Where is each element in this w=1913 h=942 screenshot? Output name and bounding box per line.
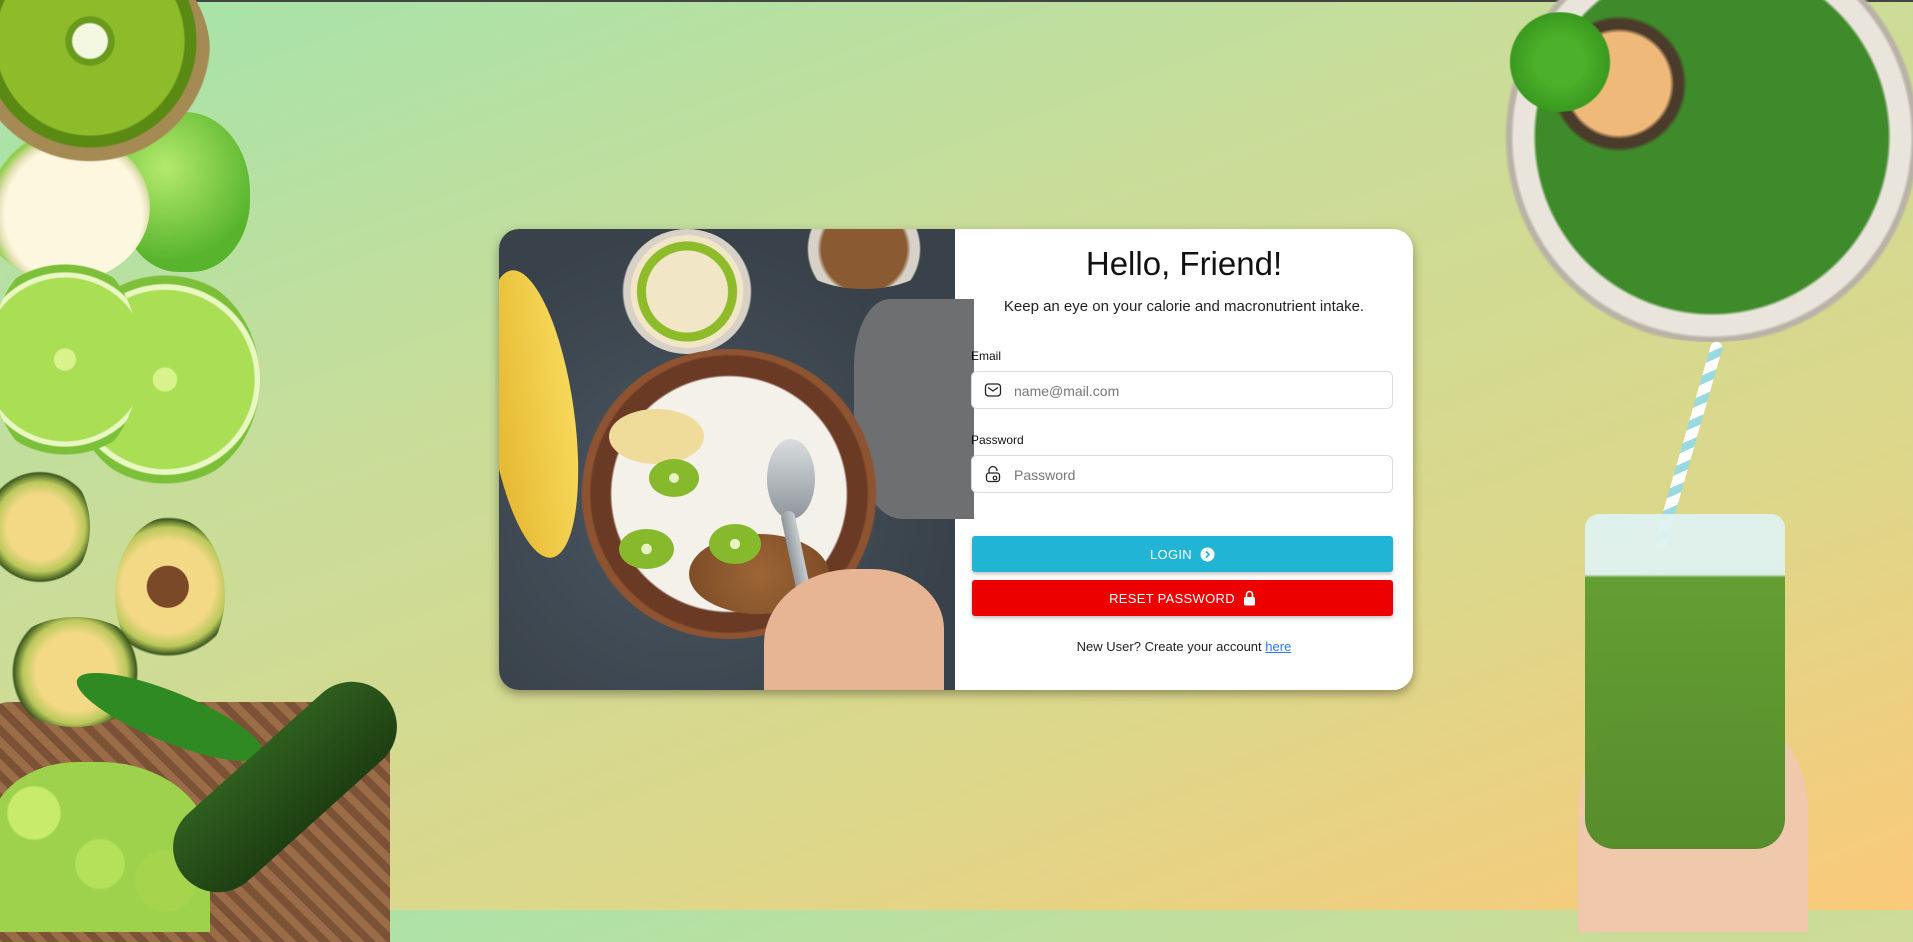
login-form: Hello, Friend! Keep an eye on your calor… <box>955 229 1413 690</box>
password-field[interactable] <box>971 455 1393 494</box>
avocado-image <box>0 462 90 592</box>
kiwi-slice-shape <box>619 529 674 569</box>
page-title: Hello, Friend! <box>1085 245 1283 282</box>
signup-text: New User? Create your account <box>1076 639 1262 654</box>
small-bowl-shape <box>622 229 752 354</box>
banana-shape <box>499 264 594 564</box>
lock-key-icon <box>985 465 1001 483</box>
granola-bowl-shape <box>789 229 939 289</box>
spoon-shape <box>767 439 815 519</box>
padlock-icon <box>1243 590 1255 606</box>
email-label: Email <box>971 349 1002 363</box>
reset-button-label: RESET PASSWORD <box>1109 590 1235 606</box>
kiwi-slice-shape <box>649 459 699 497</box>
banana-slices-shape <box>609 409 704 464</box>
signup-prompt: New User? Create your account here <box>955 639 1413 654</box>
login-button[interactable]: LOGIN <box>972 536 1393 572</box>
kiwi-slice-shape <box>709 524 761 564</box>
reset-password-button[interactable]: RESET PASSWORD <box>972 580 1393 616</box>
login-button-label: LOGIN <box>1150 546 1192 562</box>
envelope-icon <box>984 383 1002 397</box>
email-field[interactable] <box>971 371 1393 410</box>
password-label: Password <box>971 433 1024 447</box>
peas-image <box>1495 12 1625 112</box>
signup-link[interactable]: here <box>1265 639 1291 654</box>
password-input[interactable] <box>1012 456 1386 494</box>
login-card: Hello, Friend! Keep an eye on your calor… <box>499 229 1413 690</box>
email-input[interactable] <box>1012 372 1386 410</box>
page-subtitle: Keep an eye on your calorie and macronut… <box>1003 298 1365 315</box>
smoothie-glass-image <box>1585 514 1785 849</box>
breakfast-bowl-photo <box>499 229 974 690</box>
arrow-circle-right-icon <box>1200 547 1215 561</box>
